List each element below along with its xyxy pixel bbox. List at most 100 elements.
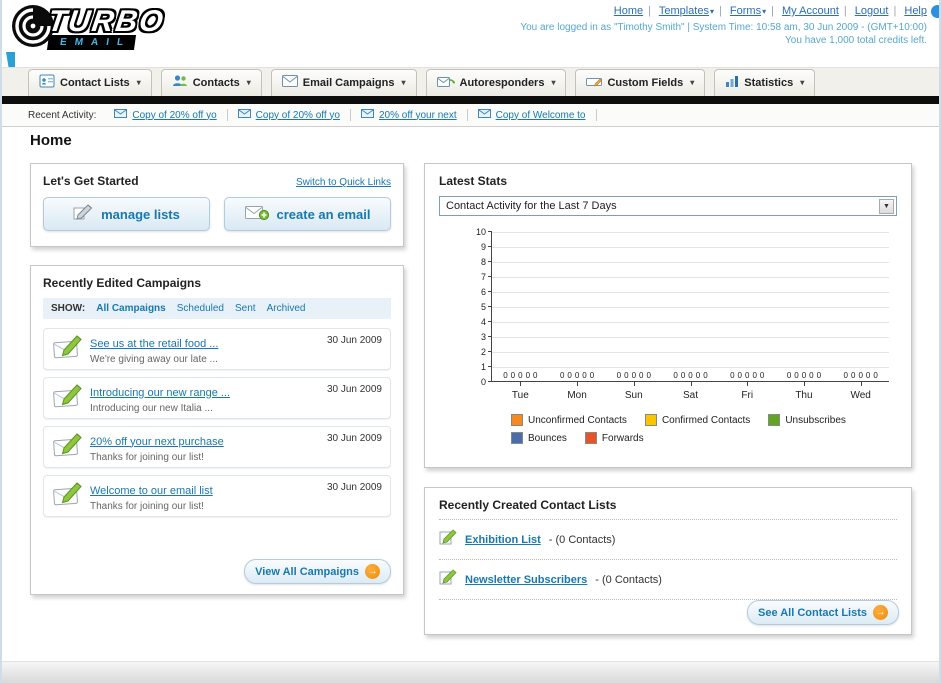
app-window: TURBO EMAIL Home | Templates ▾ | Forms ▾ | My… [0, 0, 941, 683]
manage-lists-button[interactable]: manage lists [43, 197, 210, 231]
campaign-title-link[interactable]: See us at the retail food ... [90, 338, 218, 350]
envelope-icon [281, 75, 298, 90]
link-forms[interactable]: Forms [730, 5, 761, 17]
chevron-down-icon: ▾ [401, 78, 406, 87]
campaign-row: See us at the retail food ... We're givi… [43, 328, 391, 370]
contact-list-row: Exhibition List - (0 Contacts) [439, 527, 897, 552]
recent-activity-item[interactable]: Copy of 20% off yo [228, 109, 351, 121]
link-logout[interactable]: Logout [855, 5, 889, 17]
page-footer [2, 661, 939, 683]
page-title: Home [30, 132, 72, 149]
logo-title: TURBO [45, 5, 168, 38]
separator: | [648, 5, 651, 17]
recent-activity-bar: Recent Activity: Copy of 20% off yo Copy… [2, 104, 939, 127]
app-logo: TURBO EMAIL [10, 3, 168, 54]
stats-period-dropdown[interactable]: Contact Activity for the Last 7 Days ▼ [439, 196, 897, 216]
filter-all-campaigns[interactable]: All Campaigns [96, 303, 165, 314]
header-links: Home | Templates▾ | Forms▾ | My Account | Lo… [614, 5, 927, 17]
link-help[interactable]: Help [904, 5, 927, 17]
contact-list-row: Newsletter Subscribers - (0 Contacts) [439, 567, 897, 592]
contacts-icon [172, 74, 188, 91]
pencil-icon [73, 203, 93, 225]
tab-label: Contact Lists [60, 76, 130, 89]
manage-lists-label: manage lists [101, 206, 180, 222]
legend-label: Forwards [601, 432, 644, 444]
separator: | [893, 5, 897, 17]
campaign-row: Introducing our new range ... Introducin… [43, 377, 391, 419]
pencil-paper-icon [439, 529, 457, 550]
campaign-title-link[interactable]: 20% off your next purchase [90, 436, 224, 448]
tab-contacts[interactable]: Contacts ▾ [160, 69, 262, 96]
legend-swatch [584, 432, 597, 444]
divider-bar [2, 96, 939, 104]
chevron-down-icon: ▾ [690, 78, 695, 87]
campaign-subtitle: Thanks for joining our list! [90, 451, 204, 463]
contact-list-link[interactable]: Newsletter Subscribers [465, 574, 587, 586]
contact-lists-icon [39, 74, 55, 91]
create-email-button[interactable]: create an email [224, 197, 391, 231]
chevron-down-icon: ▾ [246, 78, 251, 87]
contact-list-count: - (0 Contacts) [595, 573, 662, 586]
link-home[interactable]: Home [614, 5, 643, 17]
campaign-subtitle: Thanks for joining our list! [90, 500, 204, 512]
campaign-row: Welcome to our email list Thanks for joi… [43, 475, 391, 517]
campaign-title-link[interactable]: Introducing our new range ... [90, 387, 230, 399]
legend-item: Forwards [584, 432, 644, 444]
envelope-plus-icon [244, 204, 269, 224]
contact-lists-title: Recently Created Contact Lists [439, 498, 617, 512]
header: TURBO EMAIL Home | Templates ▾ | Forms ▾ | My… [2, 0, 939, 106]
chart-plot: 0 0 0 0 0 Tue 0 0 0 0 0 Mon 0 0 0 0 0 Sun 0 0 0 0 0 Sat 0 0 0 0 0 Fri… [491, 232, 889, 401]
filter-scheduled[interactable]: Scheduled [177, 303, 224, 314]
stats-title: Latest Stats [439, 174, 508, 188]
recent-activity-item[interactable]: 20% off your next [351, 109, 468, 121]
arrow-right-icon: → [873, 605, 888, 620]
get-started-title: Let's Get Started [43, 174, 139, 188]
tab-email-campaigns[interactable]: Email Campaigns ▾ [270, 69, 417, 96]
recent-activity-link[interactable]: Copy of Welcome to [496, 110, 586, 121]
legend-label: Unconfirmed Contacts [528, 414, 627, 426]
switch-quick-links-link[interactable]: Switch to Quick Links [296, 177, 391, 188]
chart-y-axis: 0 1 2 3 4 5 6 7 8 9 10 [469, 227, 492, 387]
legend-swatch [511, 414, 523, 426]
contact-activity-chart: 0 1 2 3 4 5 6 7 8 9 10 0 0 0 0 0 Tue 0 0 0 0 0 Mon 0 0 0 0 0 Sun 0 0 0… [469, 227, 893, 444]
contact-list-link[interactable]: Exhibition List [465, 534, 541, 546]
envelope-pencil-icon [52, 382, 90, 414]
statistics-icon [725, 75, 739, 91]
separator: | [771, 5, 774, 17]
tab-custom-fields[interactable]: Custom Fields ▾ [575, 69, 706, 96]
recent-activity-item[interactable]: Copy of Welcome to [468, 109, 597, 121]
get-started-panel: Let's Get Started Switch to Quick Links … [30, 163, 404, 247]
filter-archived[interactable]: Archived [267, 303, 306, 314]
campaign-title-link[interactable]: Welcome to our email list [90, 485, 213, 497]
see-all-contact-lists-button[interactable]: See All Contact Lists → [746, 600, 899, 625]
campaign-subtitle: We're giving away our late ... [90, 353, 218, 365]
campaigns-title: Recently Edited Campaigns [43, 276, 202, 290]
recent-activity-link[interactable]: Copy of 20% off yo [256, 110, 340, 121]
legend-label: Bounces [528, 432, 567, 444]
separator: | [718, 5, 722, 17]
recent-activity-link[interactable]: Copy of 20% off yo [132, 110, 216, 121]
recent-activity-link[interactable]: 20% off your next [379, 110, 457, 121]
divider [439, 559, 897, 560]
tab-statistics[interactable]: Statistics ▾ [714, 69, 816, 96]
separator: | [843, 5, 847, 17]
chevron-down-icon: ▾ [136, 78, 141, 87]
credits-info: You have 1,000 total credits left. [785, 35, 927, 46]
tab-autoresponders[interactable]: Autoresponders ▾ [425, 69, 567, 96]
chevron-down-icon: ▾ [551, 78, 556, 87]
link-templates[interactable]: Templates [659, 5, 709, 17]
recent-activity-item[interactable]: Copy of 20% off yo [104, 109, 228, 121]
legend-label: Unsubscribes [785, 414, 846, 426]
tab-label: Contacts [192, 76, 240, 89]
dropdown-arrow-icon: ▼ [879, 198, 894, 214]
chevron-down-icon: ▾ [800, 78, 805, 87]
tab-label: Custom Fields [607, 76, 684, 89]
view-all-campaigns-button[interactable]: View All Campaigns → [244, 559, 391, 584]
legend-swatch [511, 432, 523, 444]
campaign-list: See us at the retail food ... We're givi… [43, 328, 391, 517]
link-my-account[interactable]: My Account [782, 5, 839, 17]
tab-contact-lists[interactable]: Contact Lists ▾ [28, 69, 152, 96]
filter-sent[interactable]: Sent [235, 303, 256, 314]
autoresponder-icon [436, 75, 455, 91]
create-email-label: create an email [276, 206, 371, 222]
